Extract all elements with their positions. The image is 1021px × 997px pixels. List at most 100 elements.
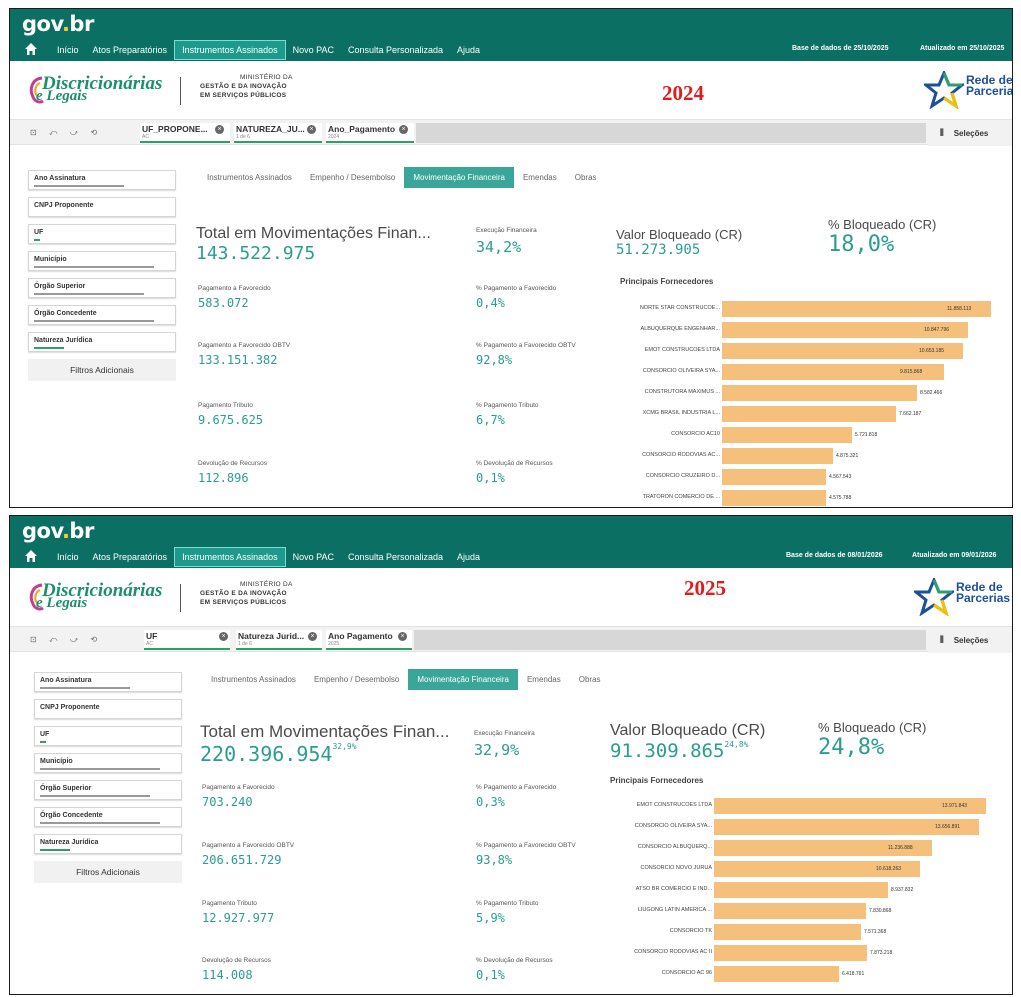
metric-pagamento-obtv: Pagamento a Favorecido OBTV 133.151.382	[198, 342, 291, 367]
supplier-bar[interactable]	[722, 469, 826, 485]
tab-movimentacao-financeira[interactable]: Movimentação Financeira	[404, 166, 514, 188]
filter-cnpj-proponente[interactable]: CNPJ Proponente	[28, 197, 176, 217]
supplier-row[interactable]: NORTE STAR CONSTRUCOE... 11.858.113	[600, 299, 1000, 320]
home-icon[interactable]	[24, 42, 38, 56]
tab-instrumentos-assinados[interactable]: Instrumentos Assinados	[202, 669, 305, 690]
filter-ano-assinatura[interactable]: Ano Assinatura	[28, 170, 176, 190]
supplier-value-label: 7.873.218	[870, 950, 893, 956]
supplier-row[interactable]: XCMG BRASIL INDUSTRIA L... 7.662.187	[600, 404, 1000, 425]
supplier-row[interactable]: LIUGONG LATIN AMERICA ... 7.830.868	[592, 901, 1002, 922]
supplier-row[interactable]: CONSORCIO RODOVIAS AC... 4.875.321	[600, 446, 1000, 467]
tab-movimentacao-financeira[interactable]: Movimentação Financeira	[408, 668, 518, 690]
clear-natureza-icon[interactable]: ×	[308, 632, 317, 641]
selecoes-button[interactable]: ⫼ Seleções	[928, 120, 1012, 146]
tab-emendas[interactable]: Emendas	[514, 167, 566, 188]
supplier-bar[interactable]	[722, 427, 852, 443]
clear-ano-icon[interactable]: ×	[399, 125, 408, 134]
clear-uf-icon[interactable]: ×	[215, 125, 224, 134]
filter-orgao-concedente[interactable]: Órgão Concedente	[34, 807, 182, 827]
metric-pagamento-tributo: Pagamento Tributo 9.675.625	[198, 402, 264, 427]
star-icon	[914, 578, 954, 616]
metric-pct-devolucao-recursos: % Devolução de Recursos 0,1%	[476, 957, 553, 982]
supplier-row[interactable]: CONSORCIO TK 7.571.368	[592, 922, 1002, 943]
gov-br-logo[interactable]: gov.br	[22, 12, 94, 36]
tab-emendas[interactable]: Emendas	[518, 669, 570, 690]
nav-ajuda[interactable]: Ajuda	[450, 41, 487, 59]
filter-sidebar: Ano Assinatura CNPJ Proponente UF Municí…	[34, 672, 182, 883]
supplier-row[interactable]: CONSORCIO NOVO JURUA 10.618.263	[592, 859, 1002, 880]
nav-atos-preparatorios[interactable]: Atos Preparatórios	[86, 548, 175, 566]
filter-natureza-juridica[interactable]: Natureza Jurídica	[28, 332, 176, 352]
nav-instrumentos-assinados[interactable]: Instrumentos Assinados	[174, 547, 286, 567]
selecoes-button[interactable]: ⫼ Seleções	[928, 627, 1012, 653]
nav-instrumentos-assinados[interactable]: Instrumentos Assinados	[174, 40, 286, 60]
supplier-row[interactable]: EMOT CONSTRUCOES LTDA 13.971.843	[592, 796, 1002, 817]
supplier-row[interactable]: TRATORON COMERCIO DE ... 4.575.788	[600, 488, 1000, 507]
tab-obras[interactable]: Obras	[566, 167, 606, 188]
filter-orgao-superior[interactable]: Órgão Superior	[34, 780, 182, 800]
supplier-bar[interactable]	[722, 406, 896, 422]
tab-instrumentos-assinados[interactable]: Instrumentos Assinados	[198, 167, 301, 188]
nav-ajuda[interactable]: Ajuda	[450, 548, 487, 566]
tab-obras[interactable]: Obras	[570, 669, 610, 690]
supplier-bar[interactable]	[722, 385, 917, 401]
supplier-bar[interactable]	[722, 448, 833, 464]
nav-novo-pac[interactable]: Novo PAC	[286, 548, 341, 566]
filter-uf[interactable]: UF	[28, 224, 176, 244]
supplier-row[interactable]: CONSORCIO ALBUQUERQ... 11.236.888	[592, 838, 1002, 859]
supplier-row[interactable]: CONSORCIO AC 96 6.418.761	[592, 964, 1002, 985]
supplier-value-label: 10.847.796	[924, 327, 950, 333]
supplier-row[interactable]: CONSORCIO OLIVEIRA SYA... 13.656.891	[592, 817, 1002, 838]
filter-uf[interactable]: UF	[34, 726, 182, 746]
supplier-bar[interactable]	[722, 490, 826, 506]
kpi-valor-bloqueado: Valor Bloqueado (CR) 91.309.86524,8%	[610, 722, 766, 762]
home-icon[interactable]	[24, 549, 38, 563]
filter-municipio[interactable]: Município	[34, 753, 182, 773]
clear-ano-icon[interactable]: ×	[398, 632, 407, 641]
supplier-value-label: 13.656.891	[935, 824, 961, 830]
tab-empenho-desembolso[interactable]: Empenho / Desembolso	[305, 669, 408, 690]
updated-date: Atualizado em 09/01/2026	[912, 552, 997, 559]
principais-fornecedores-title: Principais Fornecedores	[610, 776, 704, 785]
supplier-row[interactable]: CONSTRUTORA MAXIMUS ... 8.582.466	[600, 383, 1000, 404]
clear-natureza-icon[interactable]: ×	[307, 125, 316, 134]
supplier-name: LIUGONG LATIN AMERICA ...	[637, 907, 712, 913]
nav-inicio[interactable]: Início	[50, 548, 86, 566]
nav-consulta-personalizada[interactable]: Consulta Personalizada	[341, 548, 450, 566]
selections-bar: ⊡ ⤺ ⤻ ⟲ UF_PROPONE... AC × NATUREZA_JU...…	[10, 119, 1012, 146]
supplier-bar[interactable]	[714, 945, 867, 961]
supplier-bar[interactable]	[714, 966, 839, 982]
supplier-row[interactable]: CONSORCIO AC10 5.721.818	[600, 425, 1000, 446]
nav-atos-preparatorios[interactable]: Atos Preparatórios	[86, 41, 175, 59]
filter-natureza-juridica[interactable]: Natureza Jurídica	[34, 834, 182, 854]
supplier-row[interactable]: CONSORCIO OLIVEIRA SYA... 9.815.868	[600, 362, 1000, 383]
nav-inicio[interactable]: Início	[50, 41, 86, 59]
supplier-bar[interactable]	[714, 924, 861, 940]
chip-uf[interactable]: UF AC	[144, 630, 230, 650]
supplier-row[interactable]: ALBUQUERQUE ENGENHAR... 10.847.796	[600, 320, 1000, 341]
filter-cnpj-proponente[interactable]: CNPJ Proponente	[34, 699, 182, 719]
supplier-value-label: 13.971.843	[942, 803, 968, 809]
supplier-row[interactable]: EMOT CONSTRUCOES LTDA 10.653.185	[600, 341, 1000, 362]
filter-orgao-concedente[interactable]: Órgão Concedente	[28, 305, 176, 325]
supplier-row[interactable]: ATSO BR COMERCIO E IND... 8.937.832	[592, 880, 1002, 901]
kpi-valor-bloqueado: Valor Bloqueado (CR) 51.273.905	[616, 227, 743, 258]
nav-novo-pac[interactable]: Novo PAC	[286, 41, 341, 59]
tab-empenho-desembolso[interactable]: Empenho / Desembolso	[301, 167, 404, 188]
filtros-adicionais-button[interactable]: Filtros Adicionais	[34, 861, 182, 883]
supplier-value-label: 9.815.868	[900, 369, 923, 375]
gov-br-logo[interactable]: gov.br	[22, 519, 94, 543]
selection-tools-icons[interactable]: ⊡ ⤺ ⤻ ⟲	[30, 128, 102, 138]
selection-tools-icons[interactable]: ⊡ ⤺ ⤻ ⟲	[30, 635, 102, 645]
supplier-bar[interactable]	[714, 903, 866, 919]
nav-consulta-personalizada[interactable]: Consulta Personalizada	[341, 41, 450, 59]
filter-orgao-superior[interactable]: Órgão Superior	[28, 278, 176, 298]
filter-ano-assinatura[interactable]: Ano Assinatura	[34, 672, 182, 692]
filter-municipio[interactable]: Município	[28, 251, 176, 271]
supplier-bar[interactable]	[714, 882, 888, 898]
clear-uf-icon[interactable]: ×	[219, 632, 228, 641]
filtros-adicionais-button[interactable]: Filtros Adicionais	[28, 359, 176, 381]
supplier-row[interactable]: CONSORCIO CRUZEIRO D... 4.567.543	[600, 467, 1000, 488]
content-tabs: Instrumentos Assinados Empenho / Desembo…	[202, 668, 610, 690]
supplier-row[interactable]: CONSORCIO RODOVIAS AC II 7.873.218	[592, 943, 1002, 964]
